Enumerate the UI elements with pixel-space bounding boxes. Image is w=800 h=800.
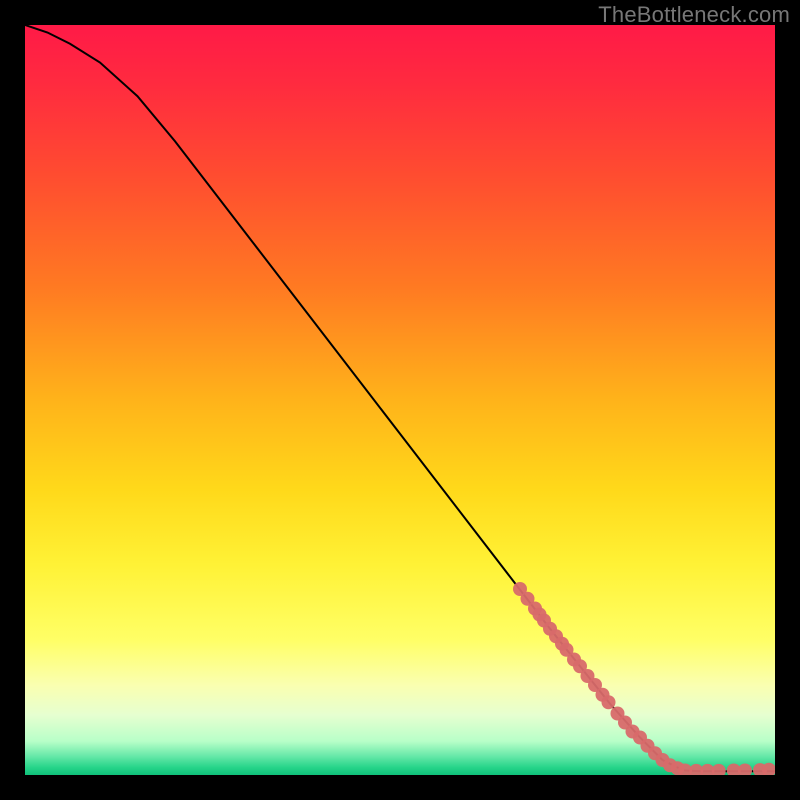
watermark-text: TheBottleneck.com: [598, 2, 790, 28]
chart-stage: TheBottleneck.com: [0, 0, 800, 800]
marker-dot: [602, 695, 616, 709]
chart-svg: [25, 25, 775, 775]
gradient-background: [25, 25, 775, 775]
plot-area: [25, 25, 775, 775]
